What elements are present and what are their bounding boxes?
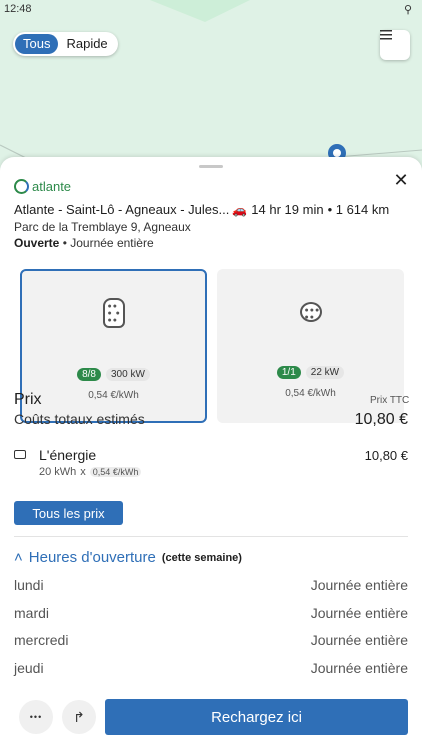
opening-status: Ouverte • Journée entière [14,236,154,250]
total-cost-label: Coûts totaux estimés [14,411,145,427]
segment-fast[interactable]: Rapide [58,34,115,54]
energy-qty: 20 kWh [39,466,77,478]
day-hours: Journée entière [310,605,408,621]
status-bar: 12:48 ⚲ [0,0,422,18]
battery-icon [14,450,26,459]
type2-plug-icon: ●●● ●● [299,302,322,322]
car-icon: 🚗 [232,202,248,217]
hours-row: mardi Journée entière [14,605,408,621]
more-options-button[interactable]: ••• [19,700,53,734]
travel-time: 14 hr 19 min [251,202,324,217]
hours-title: Heures d'ouverture [28,549,156,566]
status-open: Ouverte [14,236,60,250]
hours-row: mercredi Journée entière [14,632,408,648]
energy-detail: 20 kWh x 0,54 €/kWh [39,466,142,478]
menu-button[interactable] [380,30,410,60]
availability-badge: 8/8 [77,368,101,381]
day-label: lundi [14,577,44,593]
hours-subtitle: (cette semaine) [161,551,242,564]
station-address: Parc de la Tremblaye 9, Agneaux [14,220,191,234]
energy-label: L'énergie [39,447,97,463]
day-label: mardi [14,605,50,621]
power-badge: 300 kW [106,368,150,381]
total-cost-value: 10,80 € [354,411,408,428]
location-icon: ⚲ [403,3,412,16]
station-name: Atlante - Saint-Lô - Agneaux - Jules... [14,202,230,217]
opening-hours-toggle[interactable]: ˄ Heures d'ouverture (cette semaine) [14,549,242,566]
energy-value: 10,80 € [364,448,408,463]
all-prices-button[interactable]: Tous les prix [14,501,123,525]
ccs-plug-icon: ●● ● ● ●● [102,298,125,328]
day-hours: Journée entière [310,632,408,648]
brand-mark-icon [14,179,29,194]
day-label: jeudi [14,660,44,676]
more-icon: ••• [29,712,43,722]
charge-here-button[interactable]: Rechargez ici [105,699,408,735]
station-detail-sheet: ✕ atlante Atlante - Saint-Lô - Agneaux -… [0,157,422,750]
connector-price: 0,54 €/kWh [88,390,139,401]
brand-logo: atlante [14,179,71,194]
price-title: Prix [14,391,42,408]
route-arrow-icon: ↱ [73,708,85,725]
power-badge: 22 kW [305,366,345,379]
map-view[interactable]: 12:48 ⚲ Tous Rapide [0,0,422,175]
day-label: mercredi [14,632,69,648]
hours-row: jeudi Journée entière [14,660,408,676]
connector-card-ccs[interactable]: ●● ● ● ●● 8/8 300 kW 0,54 €/kWh [20,269,207,423]
close-icon[interactable]: ✕ [392,171,410,189]
route-button[interactable]: ↱ [62,700,96,734]
divider [14,536,408,537]
day-hours: Journée entière [310,660,408,676]
connector-badges: 1/1 22 kW [217,366,404,379]
price-ttc-label: Prix TTC [370,395,410,406]
status-time: 12:48 [4,3,32,15]
distance: • 1 614 km [327,202,390,217]
energy-rate: 0,54 €/kWh [89,467,142,477]
brand-name: atlante [32,179,72,194]
filter-segment[interactable]: Tous Rapide [13,32,118,56]
connector-badges: 8/8 300 kW [22,368,205,381]
energy-times: x [80,466,86,478]
hamburger-icon [380,30,392,40]
bottom-action-bar: ••• ↱ Rechargez ici [0,696,422,750]
drag-handle[interactable] [199,165,223,168]
segment-all[interactable]: Tous [15,34,59,54]
hours-row: lundi Journée entière [14,577,408,593]
hours-summary: • Journée entière [62,236,154,250]
availability-badge: 1/1 [276,366,301,379]
map-roads [0,0,422,175]
station-title-row: Atlante - Saint-Lô - Agneaux - Jules... … [14,202,414,217]
day-hours: Journée entière [310,577,408,593]
chevron-up-icon: ˄ [14,549,23,566]
